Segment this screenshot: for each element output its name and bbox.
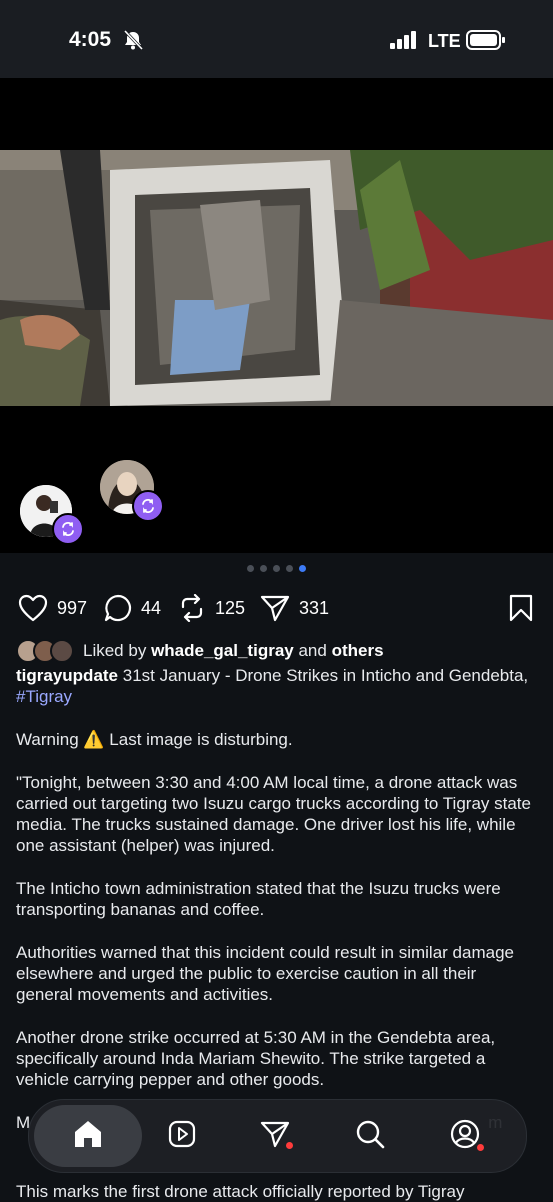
- signal-icon: [390, 31, 420, 54]
- paper-plane-icon: [260, 594, 290, 622]
- liked-by-and: and: [298, 641, 327, 660]
- home-icon: [72, 1119, 104, 1154]
- search-icon: [355, 1119, 385, 1154]
- post-caption: tigrayupdate 31st January - Drone Strike…: [16, 665, 536, 1155]
- share-count: 331: [299, 597, 330, 618]
- caption-headline: 31st January - Drone Strikes in Inticho …: [118, 666, 533, 685]
- clock: 4:05: [69, 28, 112, 51]
- notification-dot: [286, 1142, 293, 1149]
- tab-profile[interactable]: [447, 1118, 484, 1154]
- battery-icon: [466, 30, 506, 55]
- post-photo[interactable]: [0, 150, 553, 406]
- hashtag-link[interactable]: #Tigray: [16, 687, 72, 706]
- caption-paragraph: Warning ⚠️ Last image is disturbing.: [16, 730, 293, 749]
- bookmark-button[interactable]: [509, 594, 533, 627]
- heart-icon: [18, 594, 48, 622]
- carousel-dot: [247, 565, 254, 572]
- carousel-dot: [260, 565, 267, 572]
- comment-count: 44: [141, 597, 162, 618]
- tab-search[interactable]: [352, 1118, 388, 1154]
- caption-paragraph: Another drone strike occurred at 5:30 AM…: [16, 1028, 500, 1089]
- caption-paragraph: Authorities warned that this incident co…: [16, 943, 519, 1004]
- share-button[interactable]: 331: [260, 590, 329, 626]
- caption-paragraph: The Inticho town administration stated t…: [16, 879, 506, 919]
- caption-paragraph: "Tonight, between 3:30 and 4:00 AM local…: [16, 773, 536, 855]
- comment-icon: [104, 594, 132, 622]
- carousel-dot: [273, 565, 280, 572]
- carousel-dot: [286, 565, 293, 572]
- repost-count: 125: [215, 597, 246, 618]
- play-icon: [168, 1120, 196, 1153]
- tab-home[interactable]: [70, 1118, 106, 1154]
- tab-messages[interactable]: [257, 1118, 293, 1154]
- profile-icon: [450, 1119, 480, 1154]
- network-label: LTE: [428, 31, 461, 51]
- like-button[interactable]: 997: [18, 590, 87, 626]
- notification-dot: [477, 1144, 484, 1151]
- liker-avatar: [50, 639, 74, 663]
- repost-icon: [132, 490, 164, 522]
- liked-by-others[interactable]: others: [332, 641, 384, 660]
- silent-bell-icon: [122, 29, 144, 55]
- author-username[interactable]: tigrayupdate: [16, 666, 118, 685]
- liked-by-prefix: Liked by: [83, 641, 147, 660]
- paper-plane-icon: [260, 1120, 290, 1153]
- bottom-nav: [28, 1099, 527, 1173]
- liked-by[interactable]: Liked by whade_gal_tigray and others: [16, 639, 384, 663]
- like-count: 997: [57, 597, 88, 618]
- repost-button[interactable]: 125: [178, 590, 245, 626]
- action-bar: 997 44 125 331: [0, 590, 553, 626]
- caption-paragraph-partial: This marks the first drone attack offici…: [16, 1182, 465, 1201]
- bookmark-icon: [509, 594, 533, 626]
- carousel-indicator: [0, 565, 553, 581]
- tab-reels[interactable]: [164, 1118, 200, 1154]
- repost-arrows-icon: [178, 594, 206, 622]
- repost-icon: [52, 513, 84, 545]
- status-bar: 4:05 LTE: [0, 0, 553, 78]
- comment-button[interactable]: 44: [104, 590, 161, 626]
- liked-by-user[interactable]: whade_gal_tigray: [151, 641, 294, 660]
- carousel-dot-active: [299, 565, 306, 572]
